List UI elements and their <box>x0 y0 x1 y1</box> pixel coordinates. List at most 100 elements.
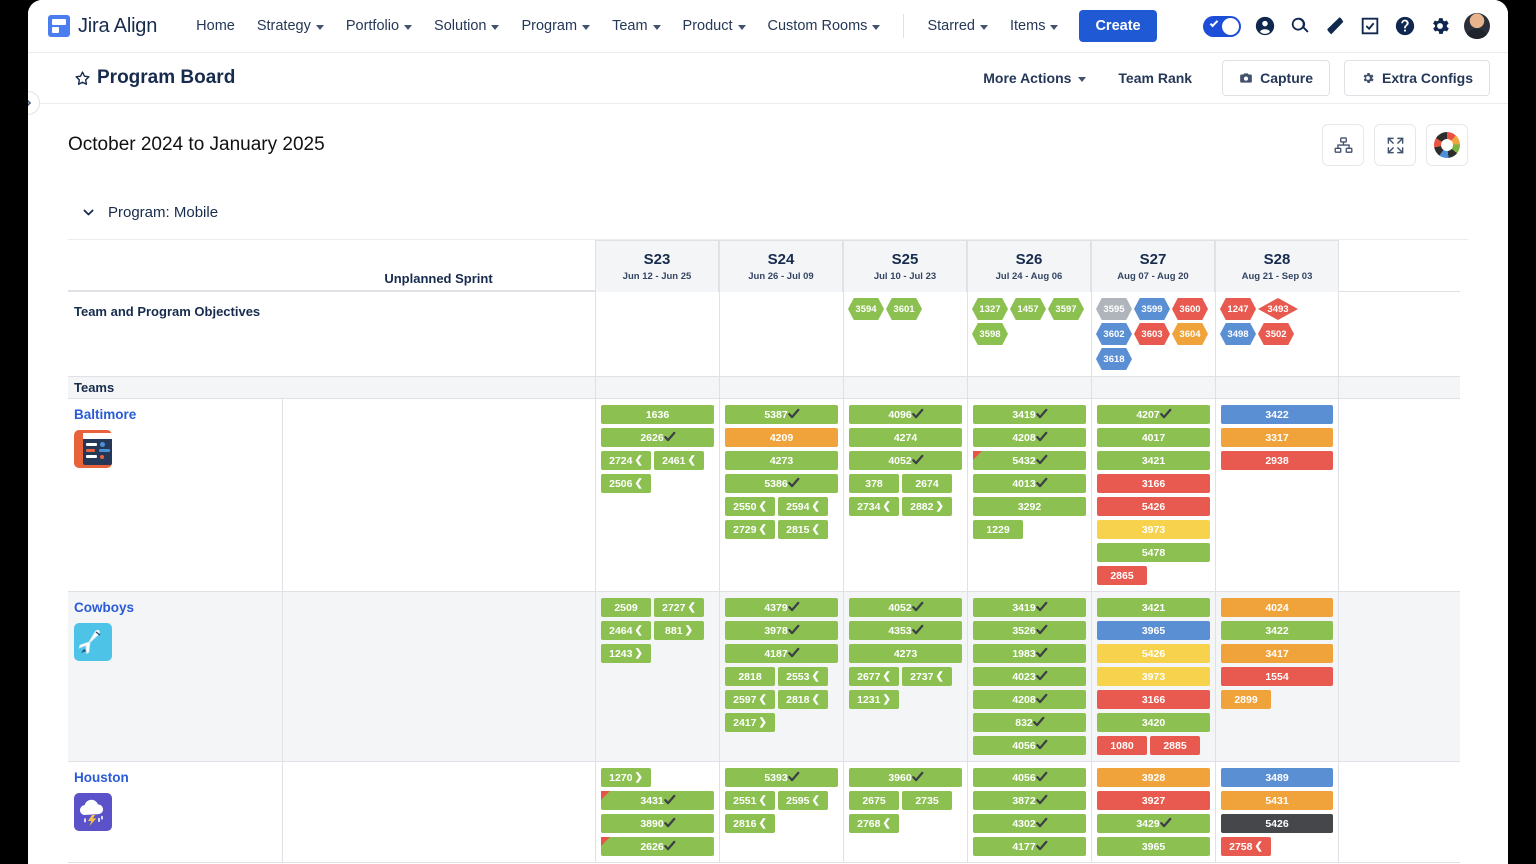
work-item-card[interactable]: 4273 <box>849 644 962 663</box>
work-item-card[interactable]: 3960 <box>849 768 962 787</box>
team-avatar-houston[interactable] <box>74 793 112 831</box>
work-item-card[interactable]: 2885 <box>1150 736 1200 755</box>
work-item-card[interactable]: 4056 <box>973 736 1086 755</box>
nav-item-home[interactable]: Home <box>185 12 246 40</box>
work-item-card[interactable]: 4208 <box>973 428 1086 447</box>
sprint-cell-s28[interactable]: 3489543154262758❮ <box>1215 762 1339 862</box>
extra-configs-button[interactable]: Extra Configs <box>1344 60 1490 96</box>
objectives-cell-s25[interactable]: 35943601 <box>843 292 967 376</box>
unplanned-sprint-cell[interactable] <box>282 592 595 761</box>
work-item-card[interactable]: 2737❮ <box>902 667 952 686</box>
sprint-cell-s25[interactable]: 4052435342732677❮2737❮1231❯ <box>843 592 967 761</box>
work-item-card[interactable]: 5426 <box>1097 497 1210 516</box>
work-item-card[interactable]: 3526 <box>973 621 1086 640</box>
program-section-header[interactable]: Program: Mobile <box>68 186 1468 240</box>
sprint-header-s26[interactable]: S26 Jul 24 - Aug 06 <box>967 240 1091 291</box>
work-item-card[interactable]: 3965 <box>1097 621 1210 640</box>
work-item-card[interactable]: 2675 <box>849 791 899 810</box>
account-icon[interactable] <box>1254 15 1276 37</box>
objective-badge[interactable]: 1327 <box>972 298 1008 320</box>
team-name[interactable]: Baltimore <box>74 407 282 422</box>
work-item-card[interactable]: 5393 <box>725 768 838 787</box>
nav-item-strategy[interactable]: Strategy <box>246 12 335 40</box>
objective-badge[interactable]: 3498 <box>1220 323 1256 345</box>
work-item-card[interactable]: 2815❮ <box>778 520 828 539</box>
work-item-card[interactable]: 4273 <box>725 451 838 470</box>
objectives-cell-s23[interactable] <box>595 292 719 376</box>
work-item-card[interactable]: 4379 <box>725 598 838 617</box>
mode-toggle-switch[interactable] <box>1203 16 1241 37</box>
work-item-card[interactable]: 2677❮ <box>849 667 899 686</box>
work-item-card[interactable]: 3890 <box>601 814 714 833</box>
unplanned-sprint-cell[interactable] <box>282 762 595 862</box>
work-item-card[interactable]: 3292 <box>973 497 1086 516</box>
work-item-card[interactable]: 5386 <box>725 474 838 493</box>
objective-badge[interactable]: 3598 <box>972 323 1008 345</box>
fullscreen-icon[interactable] <box>1374 124 1416 166</box>
sprint-header-s27[interactable]: S27 Aug 07 - Aug 20 <box>1091 240 1215 291</box>
work-item-card[interactable]: 3419 <box>973 598 1086 617</box>
gear-icon[interactable] <box>1429 15 1451 37</box>
work-item-card[interactable]: 4056 <box>973 768 1086 787</box>
create-button[interactable]: Create <box>1079 10 1156 42</box>
sprint-cell-s23[interactable]: 1270❯343138902626 <box>595 762 719 862</box>
work-item-card[interactable]: 2417❯ <box>725 713 775 732</box>
work-item-card[interactable]: 1270❯ <box>601 768 651 787</box>
objective-badge[interactable]: 3604 <box>1172 323 1208 345</box>
objective-badge[interactable]: 1457 <box>1010 298 1046 320</box>
nav-item-program[interactable]: Program <box>510 12 601 40</box>
work-item-card[interactable]: 3421 <box>1097 598 1210 617</box>
nav-item-custom-rooms[interactable]: Custom Rooms <box>757 12 892 40</box>
work-item-card[interactable]: 3419 <box>973 405 1086 424</box>
work-item-card[interactable]: 5478 <box>1097 543 1210 562</box>
search-icon[interactable] <box>1289 15 1311 37</box>
help-icon[interactable] <box>1394 15 1416 37</box>
work-item-card[interactable]: 4052 <box>849 598 962 617</box>
work-item-card[interactable]: 2551❮ <box>725 791 775 810</box>
work-item-card[interactable]: 3429 <box>1097 814 1210 833</box>
sprint-cell-s28[interactable]: 40243422341715542899 <box>1215 592 1339 761</box>
work-item-card[interactable]: 1080 <box>1097 736 1147 755</box>
work-item-card[interactable]: 2626 <box>601 428 714 447</box>
nav-item-items[interactable]: Items <box>999 12 1069 40</box>
work-item-card[interactable]: 2938 <box>1221 451 1333 470</box>
team-avatar-baltimore[interactable] <box>74 430 112 468</box>
bell-icon[interactable] <box>1324 15 1346 37</box>
work-item-card[interactable]: 4052 <box>849 451 962 470</box>
work-item-card[interactable]: 1554 <box>1221 667 1333 686</box>
work-item-card[interactable]: 1636 <box>601 405 714 424</box>
user-avatar[interactable] <box>1464 13 1490 39</box>
unplanned-sprint-cell[interactable] <box>282 399 595 591</box>
more-actions-dropdown[interactable]: More Actions <box>967 62 1102 94</box>
work-item-card[interactable]: 2818❮ <box>778 690 828 709</box>
work-item-card[interactable]: 4208 <box>973 690 1086 709</box>
objectives-cell-s26[interactable]: 1327145735973598 <box>967 292 1091 376</box>
work-item-card[interactable]: 3928 <box>1097 768 1210 787</box>
sprint-header-s23[interactable]: S23 Jun 12 - Jun 25 <box>595 240 719 291</box>
work-item-card[interactable]: 2553❮ <box>778 667 828 686</box>
brand-logo[interactable]: Jira Align <box>48 15 157 38</box>
work-item-card[interactable]: 2865 <box>1097 566 1147 585</box>
objective-badge[interactable]: 3594 <box>848 298 884 320</box>
nav-item-starred[interactable]: Starred <box>916 12 999 40</box>
sprint-cell-s24[interactable]: 53874209427353862550❮2594❮2729❮2815❮ <box>719 399 843 591</box>
nav-item-portfolio[interactable]: Portfolio <box>335 12 423 40</box>
objective-badge[interactable]: 1247 <box>1220 298 1256 320</box>
objectives-unplanned-cell[interactable] <box>282 292 595 376</box>
work-item-card[interactable]: 2882❯ <box>902 497 952 516</box>
work-item-card[interactable]: 4302 <box>973 814 1086 833</box>
work-item-card[interactable]: 3417 <box>1221 644 1333 663</box>
work-item-card[interactable]: 2506❮ <box>601 474 651 493</box>
sprint-cell-s28[interactable]: 342233172938 <box>1215 399 1339 591</box>
work-item-card[interactable]: 2464❮ <box>601 621 651 640</box>
work-item-card[interactable]: 3978 <box>725 621 838 640</box>
sprint-cell-s25[interactable]: 40964274405237826742734❮2882❯ <box>843 399 967 591</box>
objectives-cell-s28[interactable]: 1247349334983502 <box>1215 292 1339 376</box>
sprint-cell-s26[interactable]: 341935261983402342088324056 <box>967 592 1091 761</box>
work-item-card[interactable]: 3166 <box>1097 474 1210 493</box>
objective-badge[interactable]: 3603 <box>1134 323 1170 345</box>
objective-badge[interactable]: 3599 <box>1134 298 1170 320</box>
nav-item-product[interactable]: Product <box>672 12 757 40</box>
work-item-card[interactable]: 881❯ <box>654 621 704 640</box>
team-name[interactable]: Cowboys <box>74 600 282 615</box>
